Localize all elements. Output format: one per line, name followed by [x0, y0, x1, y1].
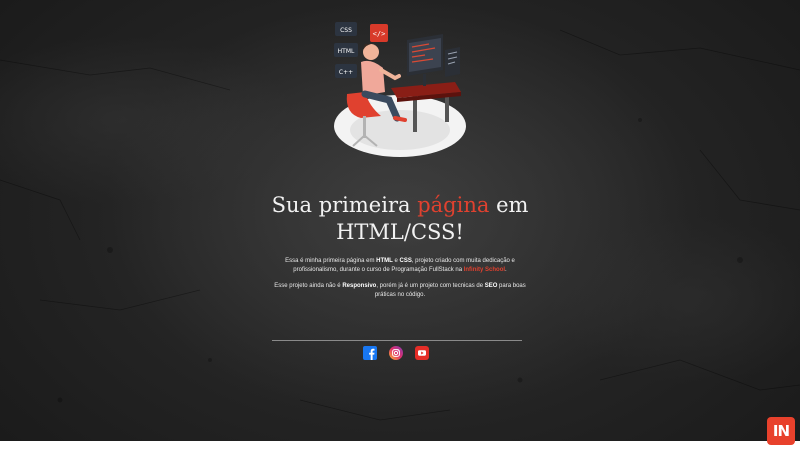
monitors [407, 34, 460, 86]
infinity-school-link[interactable]: Infinity School [464, 267, 505, 273]
tech-tags: CSS HTML C++ [334, 22, 358, 78]
note-text: Esse projeto ainda não é [274, 283, 343, 289]
footer-divider [272, 340, 522, 341]
developer-illustration: CSS HTML C++ </> [334, 22, 466, 157]
intro-text: Essa é minha primeira página em [285, 258, 377, 264]
intro-paragraph: Essa é minha primeira página em HTML e C… [270, 257, 530, 275]
facebook-link[interactable] [363, 346, 377, 360]
code-icon: </> [370, 24, 388, 42]
svg-text:</>: </> [373, 30, 386, 38]
facebook-icon [363, 346, 377, 360]
svg-text:HTML: HTML [338, 48, 355, 55]
note-bold-responsivo: Responsivo [342, 283, 377, 289]
title-text-end: em [496, 193, 529, 217]
title-text: Sua primeira [271, 193, 411, 217]
instagram-link[interactable] [389, 346, 403, 360]
intro-text: . [505, 267, 507, 273]
youtube-icon [415, 346, 429, 360]
intro-bold-html: HTML [376, 258, 393, 264]
note-bold-seo: SEO [484, 283, 498, 289]
youtube-link[interactable] [415, 346, 429, 360]
svg-text:C++: C++ [339, 69, 353, 76]
title-line2: HTML/CSS! [336, 220, 464, 244]
svg-text:CSS: CSS [340, 27, 352, 34]
note-paragraph: Esse projeto ainda não é Responsivo, por… [270, 282, 530, 300]
intro-bold-css: CSS [399, 258, 412, 264]
page-title: Sua primeira página em HTML/CSS! [200, 192, 600, 246]
social-links [363, 346, 433, 362]
infinity-school-badge[interactable]: IN [767, 417, 795, 445]
note-text: , porém já é um projeto com tecnicas de [376, 283, 485, 289]
instagram-icon [389, 346, 403, 360]
title-accent: página [417, 193, 490, 217]
